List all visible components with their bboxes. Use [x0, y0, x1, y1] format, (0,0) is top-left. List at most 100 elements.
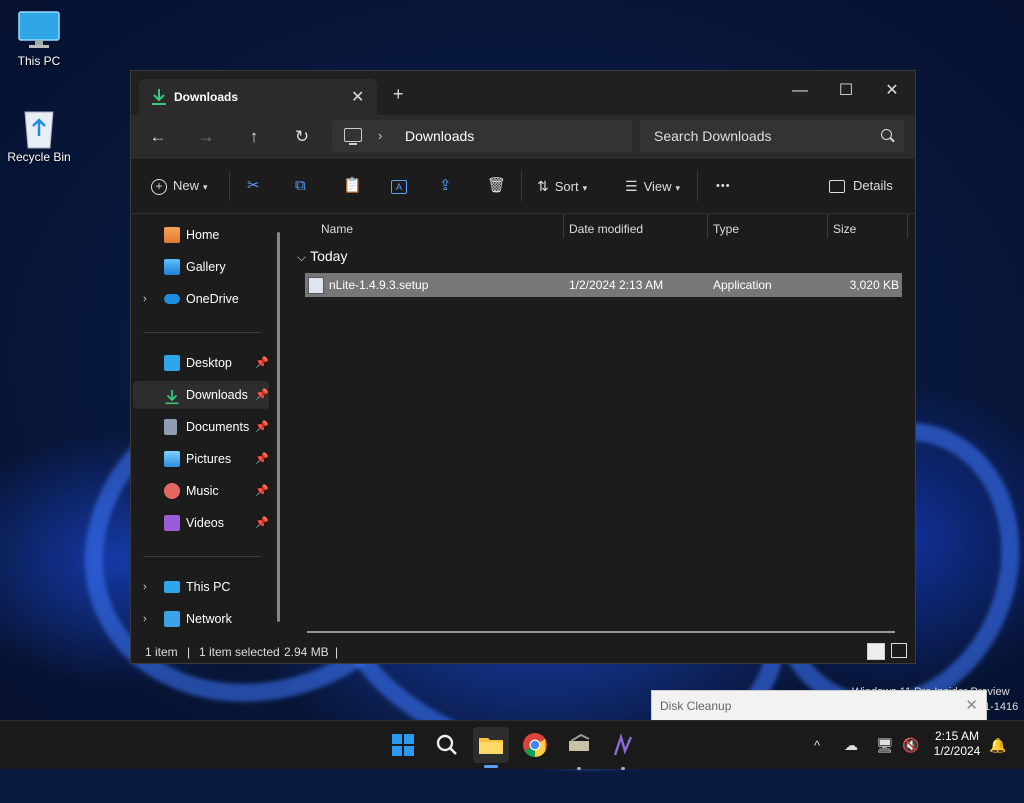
view-list-icon: ☰: [625, 178, 638, 194]
address-location[interactable]: Downloads: [405, 128, 474, 144]
column-header-name[interactable]: Name: [321, 222, 353, 236]
column-divider[interactable]: [707, 214, 708, 238]
chrome-icon[interactable]: [519, 729, 551, 761]
clock-time: 2:15 AM: [934, 729, 980, 743]
chevron-right-icon[interactable]: ›: [143, 605, 147, 633]
sort-button[interactable]: ⇅ Sort ▾: [537, 175, 587, 197]
forward-button[interactable]: →: [192, 125, 220, 149]
sidebar-item-music[interactable]: Music 📌: [133, 477, 269, 505]
group-header-today[interactable]: ⌵ Today: [297, 248, 347, 265]
notepad-icon[interactable]: [607, 729, 639, 770]
chevron-down-icon: ⌵: [297, 250, 307, 264]
table-row[interactable]: nLite-1.4.9.3.setup 1/2/2024 2:13 AM App…: [305, 273, 902, 297]
maximize-button[interactable]: ☐: [823, 77, 869, 105]
file-name: nLite-1.4.9.3.setup: [329, 278, 429, 292]
sidebar-item-label: Gallery: [186, 260, 226, 274]
chevron-down-icon: ▾: [675, 183, 681, 193]
column-divider[interactable]: [907, 214, 908, 238]
close-icon[interactable]: ✕: [965, 696, 978, 714]
sidebar-item-label: Network: [186, 612, 232, 626]
refresh-button[interactable]: ↻: [288, 125, 316, 149]
sidebar-item-desktop[interactable]: Desktop 📌: [133, 349, 269, 377]
column-header-date[interactable]: Date modified: [569, 222, 643, 236]
sidebar-item-videos[interactable]: Videos 📌: [133, 509, 269, 537]
pin-icon[interactable]: 📌: [255, 381, 269, 409]
sort-icon: ⇅: [537, 178, 549, 194]
delete-button[interactable]: 🗑: [487, 175, 506, 197]
sidebar-item-pictures[interactable]: Pictures 📌: [133, 445, 269, 473]
more-options-button[interactable]: •••: [716, 175, 731, 197]
address-bar[interactable]: › Downloads: [332, 120, 632, 152]
gallery-icon: [164, 259, 180, 275]
sidebar-item-network[interactable]: › Network: [133, 605, 269, 633]
desktop-icon-this-pc[interactable]: This PC: [0, 10, 78, 68]
computer-icon: [164, 581, 180, 593]
cut-button[interactable]: ✂: [247, 175, 260, 197]
sidebar-item-documents[interactable]: Documents 📌: [133, 413, 269, 441]
back-button[interactable]: ←: [144, 125, 172, 149]
pin-icon[interactable]: 📌: [255, 413, 269, 441]
view-button[interactable]: ☰ View ▾: [625, 175, 680, 197]
close-tab-icon[interactable]: ✕: [351, 87, 364, 107]
tiles-view-icon[interactable]: [891, 643, 907, 658]
desktop-icon-recycle-bin[interactable]: Recycle Bin: [0, 106, 78, 164]
notification-bell-icon[interactable]: 🔔: [989, 737, 1006, 754]
details-view-icon[interactable]: [867, 643, 885, 660]
divider: [521, 171, 522, 201]
sidebar-item-onedrive[interactable]: › OneDrive: [133, 285, 269, 313]
videos-icon: [164, 515, 180, 531]
music-icon: [164, 483, 180, 499]
paste-button[interactable]: 📋: [343, 175, 362, 197]
search-icon[interactable]: [431, 729, 463, 761]
new-button[interactable]: + New ▾: [151, 175, 208, 197]
column-header-size[interactable]: Size: [833, 222, 856, 236]
documents-icon: [164, 419, 177, 435]
rename-button[interactable]: A: [391, 175, 407, 197]
pin-icon[interactable]: 📌: [255, 445, 269, 473]
details-button[interactable]: Details: [829, 175, 893, 197]
sidebar-item-label: OneDrive: [186, 292, 239, 306]
chevron-right-icon[interactable]: ›: [378, 128, 382, 143]
volume-muted-icon[interactable]: 🔇: [902, 737, 919, 754]
pin-icon[interactable]: 📌: [255, 349, 269, 377]
sidebar-item-downloads[interactable]: Downloads 📌: [133, 381, 269, 409]
sidebar-item-label: Home: [186, 228, 220, 242]
column-divider[interactable]: [827, 214, 828, 238]
tab-downloads[interactable]: Downloads ✕: [139, 79, 377, 115]
minimize-button[interactable]: —: [777, 77, 823, 105]
system-clock[interactable]: 2:15 AM 1/2/2024: [928, 729, 986, 759]
chevron-right-icon[interactable]: ›: [143, 285, 147, 313]
scissors-icon: ✂: [247, 177, 260, 194]
up-button[interactable]: ↑: [240, 125, 268, 149]
sidebar-item-gallery[interactable]: Gallery: [133, 253, 269, 281]
disk-cleanup-notification[interactable]: Disk Cleanup ✕: [651, 690, 987, 722]
sidebar-scrollbar[interactable]: [277, 232, 280, 622]
show-hidden-icons-icon[interactable]: ^: [814, 738, 820, 753]
network-status-icon[interactable]: 🖥: [876, 737, 894, 754]
copy-button[interactable]: ⧉: [295, 175, 306, 197]
sidebar-item-label: This PC: [186, 580, 231, 594]
pin-icon[interactable]: 📌: [255, 509, 269, 537]
divider: [229, 171, 230, 201]
search-placeholder: Search Downloads: [654, 128, 772, 144]
onedrive-offline-icon[interactable]: ☁: [844, 737, 858, 754]
pin-icon[interactable]: 📌: [255, 477, 269, 505]
item-count: 1 item: [145, 645, 178, 659]
new-tab-button[interactable]: +: [393, 84, 404, 105]
share-button[interactable]: ⇪: [439, 175, 452, 197]
start-icon[interactable]: [387, 729, 419, 761]
sidebar-item-label: Documents: [186, 420, 250, 434]
app-installer-icon[interactable]: [563, 729, 595, 770]
column-divider[interactable]: [563, 214, 564, 238]
sidebar-item-this-pc[interactable]: › This PC: [133, 573, 269, 601]
sidebar-item-home[interactable]: Home: [133, 221, 269, 249]
status-bar: 1 item | 1 item selected 2.94 MB |: [131, 641, 915, 663]
sidebar-item-label: Downloads: [186, 388, 248, 402]
horizontal-scrollbar[interactable]: [307, 631, 895, 633]
network-icon: [164, 611, 180, 627]
chevron-right-icon[interactable]: ›: [143, 573, 147, 601]
column-header-type[interactable]: Type: [713, 222, 739, 236]
file-explorer-icon[interactable]: [473, 727, 509, 768]
search-input[interactable]: Search Downloads: [640, 120, 904, 152]
close-window-button[interactable]: ✕: [869, 77, 915, 105]
